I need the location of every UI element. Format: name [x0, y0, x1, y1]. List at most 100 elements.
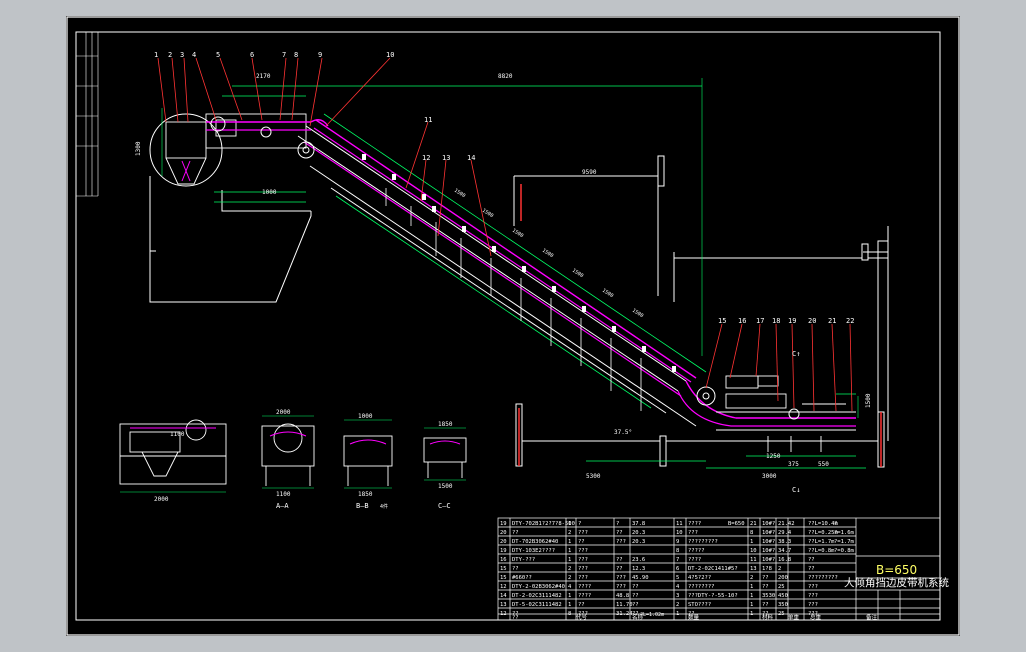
parts-cell: 2: [778, 566, 781, 572]
parts-cell: 350: [778, 602, 788, 608]
left-margin-strip: [76, 32, 99, 197]
dim-mid-1: 1500: [453, 188, 466, 200]
callout-14: 14: [467, 154, 475, 162]
parts-cell: 1: [750, 611, 753, 617]
parts-cell: 11: [750, 557, 757, 563]
parts-cell: 3: [676, 593, 679, 599]
sv-dim-2: 2000: [276, 409, 291, 416]
parts-cell: #660??: [512, 575, 532, 581]
drawing-canvas: 1 2 3 4 5 6 7 8 9 10 11 12 13 14 15 16 1…: [66, 16, 960, 636]
parts-cell: 2: [568, 575, 571, 581]
parts-cell: ???: [578, 530, 588, 536]
parts-cell: ???: [616, 584, 626, 590]
parts-cell: ????: [578, 584, 591, 590]
parts-cell: 1: [750, 584, 753, 590]
parts-cell: 45.90: [632, 575, 649, 581]
parts-cell: 14: [500, 593, 507, 599]
parts-note: ?????????: [808, 575, 838, 581]
incline-support-markers: [362, 154, 676, 372]
parts-cell: 1?8: [762, 566, 772, 572]
dimension-texts: 8820 2170 1300 1000 5300 3000 1250 375 5…: [135, 73, 872, 503]
title-block-right-labels: ??L=10.4m??L=0.25m??L=1.7m??L=0.8m??????…: [808, 521, 855, 617]
parts-cell: DT-5-02C3111482: [512, 602, 562, 608]
parts-note: ???: [808, 584, 818, 590]
parts-cell: 1: [676, 611, 679, 617]
parts-cell: 4: [676, 584, 680, 590]
dim-head-a: 1300: [135, 141, 142, 156]
parts-cell: 1: [750, 602, 753, 608]
parts-cell: DTY-103E2????: [512, 548, 555, 554]
parts-cell: 8: [568, 611, 571, 617]
callout-13: 13: [442, 154, 450, 162]
parts-cell: ????: [578, 593, 591, 599]
parts-cell: 1: [568, 557, 571, 563]
parts-cell: 1: [750, 539, 753, 545]
parts-cell: 20.3: [632, 539, 645, 545]
callout-20: 20: [808, 317, 816, 325]
extra-note: ?L=1.02m: [640, 612, 664, 618]
parts-cell: 10: [676, 530, 683, 536]
parts-cell: ??: [578, 602, 585, 608]
parts-cell: 16.8: [778, 557, 791, 563]
parts-cell: 25: [778, 584, 785, 590]
callout-21: 21: [828, 317, 836, 325]
parts-cell: 1: [568, 593, 571, 599]
system-title: B=650: [876, 563, 917, 577]
parts-cell: 19: [500, 521, 507, 527]
parts-cell: DT-702B3062#40: [512, 539, 558, 545]
parts-cell: ??: [578, 539, 585, 545]
parts-cell: ??: [762, 575, 769, 581]
parts-cell: 37.8: [632, 521, 645, 527]
parts-cell: 10#?: [762, 539, 775, 545]
parts-cell: B=650: [728, 521, 745, 527]
callout-5: 5: [216, 51, 220, 59]
dim-tail: 1250: [766, 453, 781, 460]
parts-note: ?=0.8m: [834, 548, 855, 554]
parts-cell: 13: [750, 566, 757, 572]
parts-cell: DTY-702B1?2?7?8-500: [512, 521, 575, 527]
callout-numbers: 1 2 3 4 5 6 7 8 9 10 11 12 13 14 15 16 1…: [154, 51, 854, 325]
parts-cell: 10#?: [762, 548, 775, 554]
parts-cell: ???: [578, 575, 588, 581]
parts-cell: ??: [762, 584, 769, 590]
dim-tail-w: 375: [788, 461, 799, 468]
conveyor-tail-section: [586, 375, 866, 469]
parts-cell: ??: [616, 566, 623, 572]
parts-note: ???: [808, 602, 818, 608]
callout-18: 18: [772, 317, 780, 325]
parts-cell: 200: [778, 575, 788, 581]
parts-cell: 20.3: [632, 530, 645, 536]
parts-cell: DTY-2-02B3062#40: [512, 584, 565, 590]
footer-header: 代号: [576, 613, 588, 621]
parts-cell: ???DTY-?-55-10?: [688, 593, 738, 599]
parts-cell: 7: [676, 557, 679, 563]
footer-header: 单重: [788, 613, 800, 621]
parts-cell: 4: [568, 584, 572, 590]
view-marker-c: C↑: [792, 350, 800, 358]
footer-header: 数量: [688, 613, 700, 621]
parts-cell: 13: [500, 602, 507, 608]
title-block-mid-rows: 11???? B=650 21 10#? 21.4210??? 8 10#? 29.49???…: [676, 521, 795, 617]
parts-cell: STO????: [688, 602, 711, 608]
parts-cell: 3530: [762, 593, 775, 599]
parts-cell: 1: [568, 602, 571, 608]
parts-note: ??L=1.7m: [808, 539, 835, 545]
parts-cell: 11: [676, 521, 683, 527]
callout-19: 19: [788, 317, 796, 325]
dim-tail-length: 5300: [586, 473, 601, 480]
parts-cell: 2: [750, 575, 753, 581]
parts-cell: ???: [616, 575, 626, 581]
parts-cell: 23.6: [632, 557, 645, 563]
footer-header: 备注: [866, 613, 878, 621]
parts-cell: 2: [676, 602, 679, 608]
sv-dim-8: 1100: [170, 431, 185, 438]
dim-mid-7: 1500: [631, 308, 644, 320]
building-structure: [149, 155, 889, 468]
parts-cell: 15: [500, 575, 507, 581]
parts-cell: 1: [568, 539, 571, 545]
parts-cell: 12: [500, 611, 507, 617]
parts-cell: 12.3: [632, 566, 645, 572]
parts-cell: 12: [500, 584, 507, 590]
conveyor-incline: [297, 113, 707, 427]
parts-cell: 4?5?2??: [688, 575, 711, 581]
